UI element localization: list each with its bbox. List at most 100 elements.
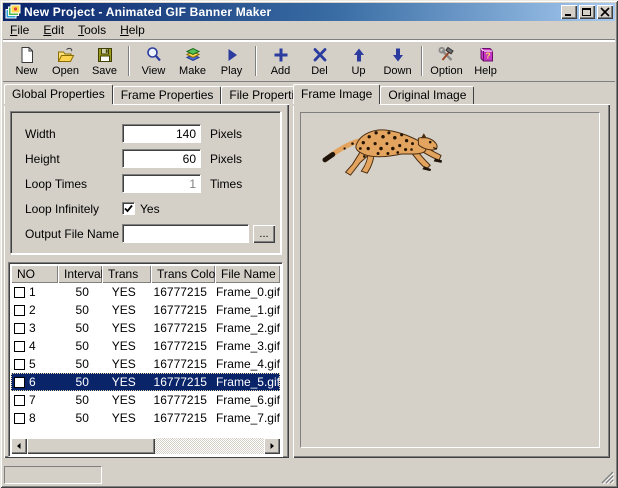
row-checkbox[interactable] bbox=[14, 323, 25, 334]
frame-row-7[interactable]: 7 50 YES 16777215 Frame_6.gif bbox=[11, 391, 280, 409]
properties-tab-control: Global Properties Frame Properties File … bbox=[4, 84, 289, 458]
cell-file-name: Frame_0.gif bbox=[210, 285, 280, 299]
cell-trans: YES bbox=[100, 339, 148, 353]
row-checkbox[interactable] bbox=[14, 395, 25, 406]
up-button[interactable]: Up bbox=[339, 44, 378, 79]
menu-edit[interactable]: Edit bbox=[36, 21, 71, 40]
frame-row-3[interactable]: 3 50 YES 16777215 Frame_2.gif bbox=[11, 319, 280, 337]
cell-no: 6 bbox=[29, 375, 36, 389]
maximize-button[interactable] bbox=[579, 5, 595, 19]
cell-trans-color: 16777215 bbox=[148, 321, 210, 335]
new-document-icon bbox=[18, 46, 36, 64]
scroll-right-button[interactable] bbox=[264, 438, 280, 454]
minimize-button[interactable] bbox=[561, 5, 577, 19]
open-button[interactable]: Open bbox=[46, 44, 85, 79]
status-bar bbox=[3, 463, 615, 485]
cell-trans-color: 16777215 bbox=[148, 303, 210, 317]
column-header-trans-color[interactable]: Trans Color bbox=[151, 265, 215, 283]
cell-interval: 50 bbox=[57, 303, 100, 317]
make-layers-icon bbox=[184, 46, 202, 64]
menu-tools[interactable]: Tools bbox=[71, 21, 113, 40]
loop-times-input[interactable] bbox=[122, 174, 201, 193]
width-input[interactable] bbox=[122, 124, 201, 143]
cell-trans-color: 16777215 bbox=[148, 339, 210, 353]
cell-trans-color: 16777215 bbox=[148, 357, 210, 371]
scroll-left-button[interactable] bbox=[11, 438, 27, 454]
height-label: Height bbox=[25, 152, 122, 166]
save-floppy-icon bbox=[96, 46, 114, 64]
tab-global-properties[interactable]: Global Properties bbox=[4, 84, 113, 104]
add-plus-icon bbox=[272, 46, 290, 64]
down-button[interactable]: Down bbox=[378, 44, 417, 79]
close-button[interactable] bbox=[597, 5, 613, 19]
frame-row-8[interactable]: 8 50 YES 16777215 Frame_7.gif bbox=[11, 409, 280, 427]
horizontal-scrollbar[interactable] bbox=[11, 438, 280, 454]
column-header-no[interactable]: NO bbox=[11, 265, 58, 283]
cheetah-frame-image bbox=[317, 121, 447, 182]
cell-trans-color: 16777215 bbox=[148, 285, 210, 299]
scrollbar-thumb[interactable] bbox=[27, 438, 155, 454]
cell-file-name: Frame_2.gif bbox=[210, 321, 280, 335]
make-button[interactable]: Make bbox=[173, 44, 212, 79]
loop-infinitely-checkbox[interactable] bbox=[122, 202, 135, 215]
loop-times-label: Loop Times bbox=[25, 177, 122, 191]
title-bar[interactable]: New Project - Animated GIF Banner Maker bbox=[3, 3, 615, 21]
save-button[interactable]: Save bbox=[85, 44, 124, 79]
loop-infinitely-label: Loop Infinitely bbox=[25, 202, 122, 216]
cell-trans: YES bbox=[100, 375, 148, 389]
properties-tabs: Global Properties Frame Properties File … bbox=[4, 84, 289, 104]
option-button[interactable]: Option bbox=[427, 44, 466, 79]
row-checkbox[interactable] bbox=[14, 413, 25, 424]
play-button[interactable]: Play bbox=[212, 44, 251, 79]
height-suffix: Pixels bbox=[210, 152, 242, 166]
frame-row-2[interactable]: 2 50 YES 16777215 Frame_1.gif bbox=[11, 301, 280, 319]
menu-bar: File Edit Tools Help bbox=[3, 22, 615, 40]
row-checkbox[interactable] bbox=[14, 341, 25, 352]
scroll-left-arrow-icon bbox=[15, 442, 23, 450]
frame-row-6-selected[interactable]: 6 50 YES 16777215 Frame_5.gif bbox=[11, 373, 280, 391]
cell-trans: YES bbox=[100, 285, 148, 299]
frame-row-5[interactable]: 5 50 YES 16777215 Frame_4.gif bbox=[11, 355, 280, 373]
help-button[interactable]: ? Help bbox=[466, 44, 505, 79]
window-title: New Project - Animated GIF Banner Maker bbox=[24, 5, 561, 19]
output-file-input[interactable] bbox=[122, 224, 249, 243]
column-header-file-name[interactable]: File Name bbox=[215, 265, 280, 283]
cell-file-name: Frame_5.gif bbox=[210, 375, 280, 389]
cell-trans: YES bbox=[100, 321, 148, 335]
list-empty-area bbox=[11, 427, 280, 438]
delete-button[interactable]: Del bbox=[300, 44, 339, 79]
loop-infinitely-yes-label: Yes bbox=[140, 202, 160, 216]
checkmark-icon bbox=[123, 203, 134, 214]
resize-grip-icon[interactable] bbox=[601, 471, 614, 484]
output-file-label: Output File Name bbox=[25, 227, 122, 241]
frame-row-4[interactable]: 4 50 YES 16777215 Frame_3.gif bbox=[11, 337, 280, 355]
cell-trans-color: 16777215 bbox=[148, 375, 210, 389]
new-button[interactable]: New bbox=[7, 44, 46, 79]
frame-list: NO Interval Trans Trans Color File Name … bbox=[8, 262, 283, 457]
tab-original-image[interactable]: Original Image bbox=[380, 86, 474, 104]
height-input[interactable] bbox=[122, 149, 201, 168]
scrollbar-track[interactable] bbox=[155, 438, 264, 454]
tab-frame-image[interactable]: Frame Image bbox=[293, 84, 380, 104]
cell-interval: 50 bbox=[57, 339, 100, 353]
row-checkbox[interactable] bbox=[14, 359, 25, 370]
frame-row-1[interactable]: 1 50 YES 16777215 Frame_0.gif bbox=[11, 283, 280, 301]
column-header-trans[interactable]: Trans bbox=[102, 265, 151, 283]
column-header-interval[interactable]: Interval bbox=[58, 265, 102, 283]
add-button[interactable]: Add bbox=[261, 44, 300, 79]
cell-file-name: Frame_7.gif bbox=[210, 411, 280, 425]
tab-frame-properties[interactable]: Frame Properties bbox=[113, 86, 222, 104]
menu-help[interactable]: Help bbox=[113, 21, 152, 40]
row-checkbox[interactable] bbox=[14, 377, 25, 388]
loop-times-suffix: Times bbox=[210, 177, 242, 191]
play-icon bbox=[223, 46, 241, 64]
browse-button[interactable]: ... bbox=[253, 225, 275, 243]
height-row: Height Pixels bbox=[25, 146, 280, 171]
loop-infinitely-row: Loop Infinitely Yes bbox=[25, 196, 280, 221]
view-button[interactable]: View bbox=[134, 44, 173, 79]
menu-file[interactable]: File bbox=[3, 21, 36, 40]
toolbar-separator bbox=[128, 46, 130, 76]
cell-trans: YES bbox=[100, 393, 148, 407]
row-checkbox[interactable] bbox=[14, 287, 25, 298]
row-checkbox[interactable] bbox=[14, 305, 25, 316]
